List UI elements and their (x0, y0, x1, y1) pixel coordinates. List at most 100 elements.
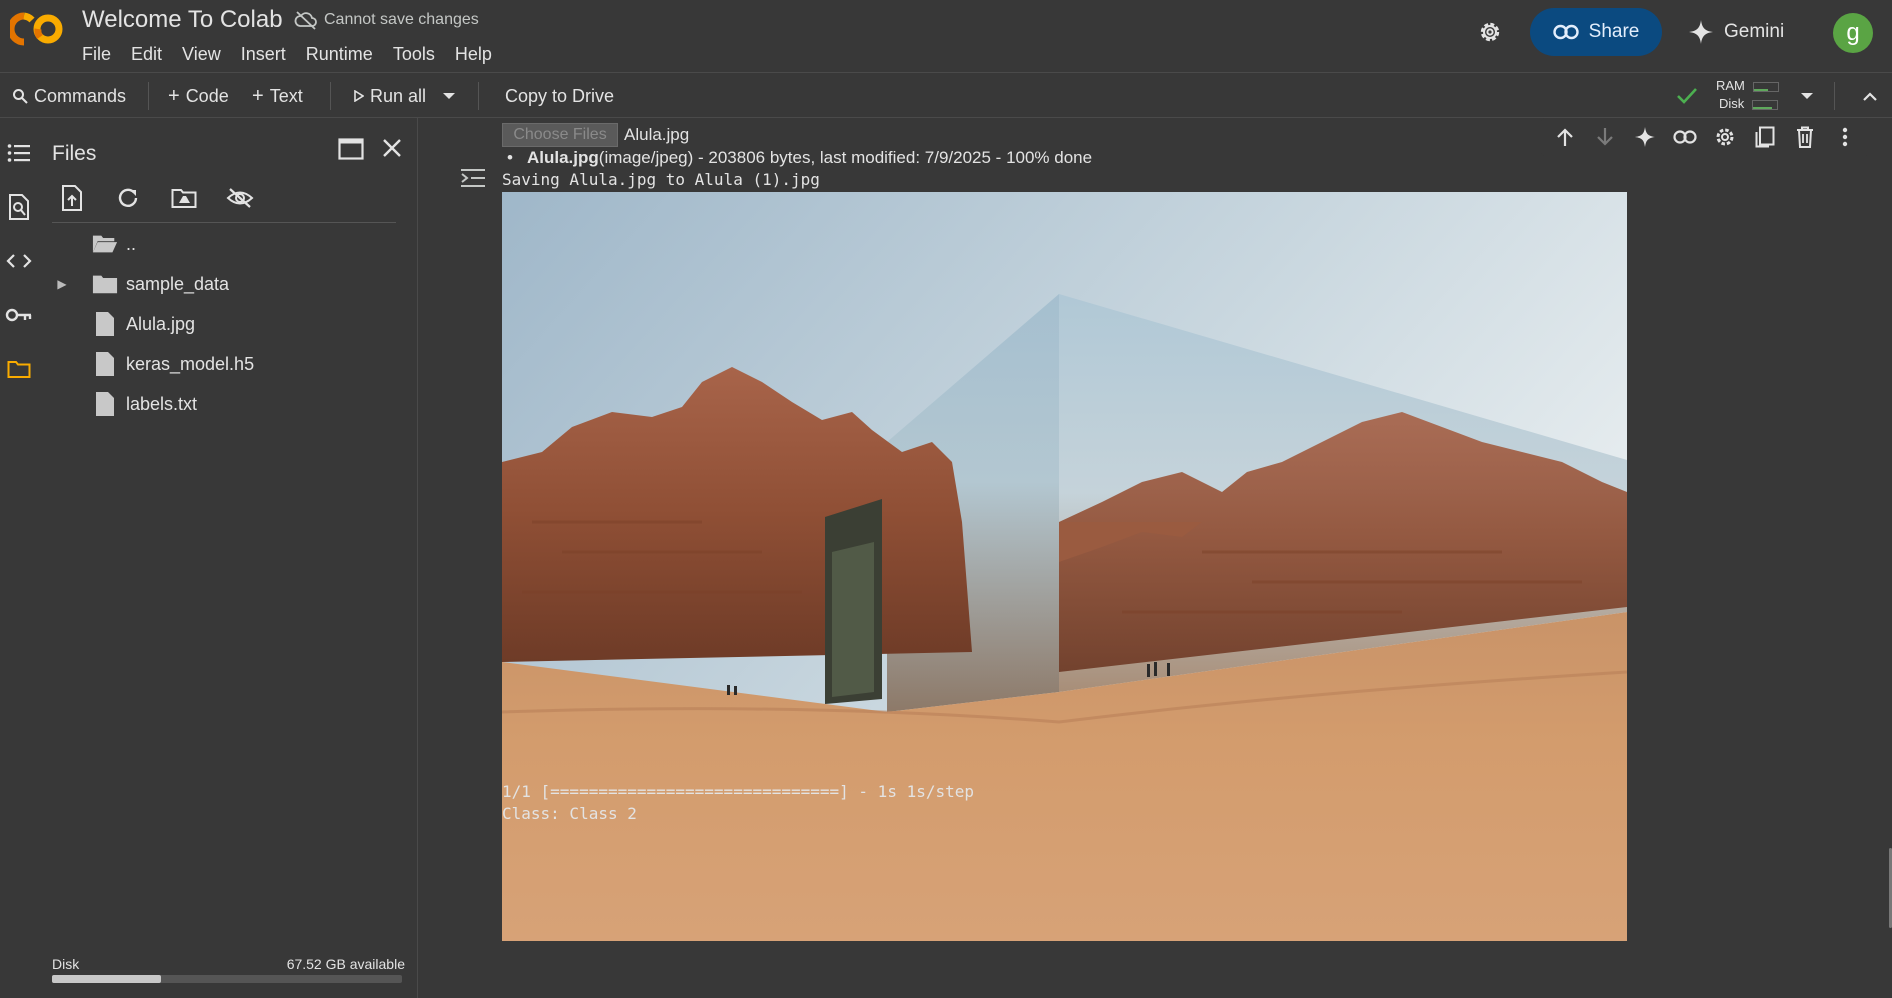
choose-files-button[interactable]: Choose Files (502, 123, 618, 147)
gemini-label: Gemini (1724, 21, 1785, 42)
commands-button[interactable]: Commands (12, 73, 126, 119)
colab-logo[interactable] (10, 12, 64, 46)
file-name: labels.txt (126, 393, 198, 414)
window-icon[interactable] (338, 138, 364, 160)
colab-app: Welcome To Colab Cannot save changes Fil… (0, 0, 1892, 998)
run-all-button[interactable]: Run all (354, 73, 426, 119)
cloud-off-icon (294, 11, 317, 30)
disk-available: 67.52 GB available (286, 956, 405, 972)
menu-view[interactable]: View (172, 42, 231, 67)
folder-open-icon (92, 231, 118, 257)
disk-bar (1751, 99, 1778, 110)
code-icon[interactable] (4, 246, 34, 276)
sparkle-icon[interactable] (1629, 118, 1661, 156)
upload-icon[interactable] (56, 182, 88, 214)
notebook-title[interactable]: Welcome To Colab (82, 6, 283, 34)
code-label: Code (185, 85, 229, 106)
saving-line: Saving Alula.jpg to Alula (1).jpg (502, 170, 820, 189)
disk-label: Disk (1719, 96, 1745, 111)
menu-runtime[interactable]: Runtime (296, 42, 383, 67)
output-image (502, 192, 1627, 941)
menu-file[interactable]: File (72, 42, 121, 67)
plus-icon: + (168, 84, 180, 107)
refresh-icon[interactable] (112, 182, 144, 214)
drive-folder-icon[interactable] (168, 182, 200, 214)
file-row-parent[interactable]: .. (52, 228, 136, 260)
add-text-button[interactable]: + Text (252, 73, 303, 119)
text-label: Text (269, 85, 303, 106)
ram-row: RAM (1716, 77, 1779, 95)
resource-indicator[interactable]: RAM Disk (1716, 77, 1779, 113)
ram-label: RAM (1716, 78, 1745, 93)
file-row-keras-model[interactable]: keras_model.h5 (52, 348, 254, 380)
collapse-header-button[interactable] (1862, 73, 1878, 119)
expand-icon[interactable]: ▶ (52, 277, 72, 291)
run-all-dropdown[interactable] (442, 73, 456, 119)
files-actions (56, 182, 256, 214)
gear-icon[interactable] (1476, 18, 1504, 46)
file-name: keras_model.h5 (126, 353, 255, 374)
visibility-off-icon[interactable] (224, 182, 256, 214)
toolbar: Commands + Code + Text Run all Copy to D… (0, 72, 1892, 118)
share-label: Share (1588, 21, 1640, 42)
arrow-up-icon[interactable] (1549, 118, 1581, 156)
gemini-spark-icon (1689, 20, 1713, 44)
chevron-down-icon (1801, 93, 1813, 99)
toolbar-divider (478, 82, 479, 110)
folder-icon (92, 271, 118, 297)
file-icon (92, 351, 118, 377)
disk-row: Disk (1716, 95, 1779, 113)
save-status-text: Cannot save changes (324, 11, 479, 28)
commands-label: Commands (34, 85, 127, 106)
ram-bar (1752, 81, 1779, 92)
file-row-alula[interactable]: Alula.jpg (52, 308, 195, 340)
delete-icon[interactable] (1789, 118, 1821, 156)
add-code-button[interactable]: + Code (168, 73, 229, 119)
file-name: .. (126, 233, 137, 254)
toolbar-divider (1834, 82, 1835, 110)
avatar[interactable]: g (1833, 13, 1873, 53)
files-divider (52, 222, 396, 223)
save-status: Cannot save changes (294, 10, 479, 30)
link-icon[interactable] (1669, 118, 1701, 156)
files-panel: Files .. ▶ sample_data Alula.jpg keras_m… (38, 118, 418, 998)
menu-help[interactable]: Help (445, 42, 502, 67)
upload-info: Alula.jpg(image/jpeg) - 203806 bytes, la… (507, 148, 1092, 168)
toolbar-divider (148, 82, 149, 110)
progress-line: 1/1 [==============================] - 1… (502, 782, 975, 801)
disk-usage-bar (52, 975, 402, 983)
file-name: sample_data (126, 273, 230, 294)
settings-icon[interactable] (1709, 118, 1741, 156)
chevron-down-icon (443, 93, 455, 99)
menubar: File Edit View Insert Runtime Tools Help (72, 42, 502, 67)
header: Welcome To Colab Cannot save changes Fil… (0, 0, 1892, 72)
gemini-button[interactable]: Gemini (1688, 14, 1784, 50)
upload-filename: Alula.jpg (527, 148, 599, 167)
file-row-labels[interactable]: labels.txt (52, 388, 197, 420)
cell-toolbar (1541, 118, 1869, 156)
toc-icon[interactable] (4, 138, 34, 168)
folder-icon[interactable] (4, 354, 34, 384)
copy-to-drive-button[interactable]: Copy to Drive (505, 73, 614, 119)
file-icon (92, 311, 118, 337)
chosen-file-name: Alula.jpg (624, 125, 690, 144)
resources-dropdown[interactable] (1800, 73, 1814, 119)
link-icon (1552, 24, 1579, 40)
close-icon[interactable] (382, 138, 402, 158)
share-button[interactable]: Share (1530, 8, 1662, 56)
menu-insert[interactable]: Insert (231, 42, 296, 67)
arrow-down-icon[interactable] (1589, 118, 1621, 156)
find-icon[interactable] (4, 192, 34, 222)
disk-label: Disk (52, 956, 80, 972)
file-row-sample-data[interactable]: ▶ sample_data (52, 268, 229, 300)
output-collapse-icon[interactable] (459, 166, 487, 190)
menu-tools[interactable]: Tools (383, 42, 445, 67)
menu-edit[interactable]: Edit (121, 42, 172, 67)
file-name: Alula.jpg (126, 313, 196, 334)
mirror-icon[interactable] (1749, 118, 1781, 156)
class-line: Class: Class 2 (502, 804, 637, 823)
more-vert-icon[interactable] (1829, 118, 1861, 156)
plus-icon: + (252, 84, 264, 107)
key-icon[interactable] (4, 300, 34, 330)
copy-to-drive-label: Copy to Drive (505, 85, 615, 106)
